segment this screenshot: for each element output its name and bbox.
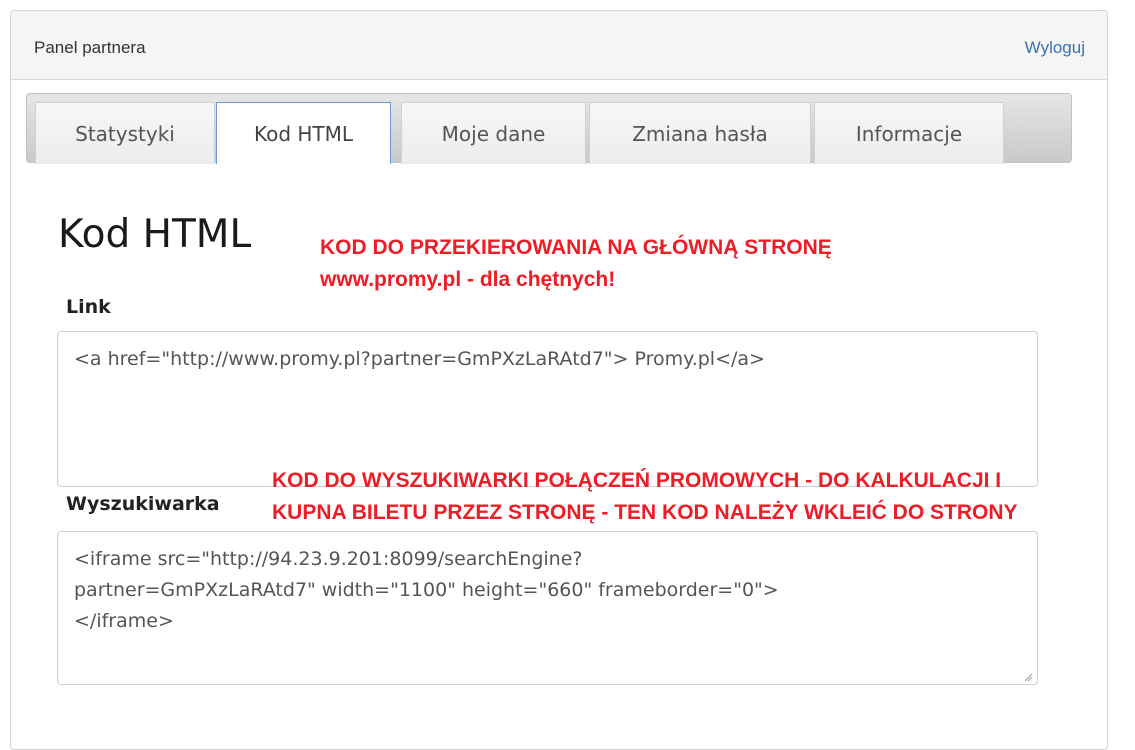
- note-search: KOD DO WYSZUKIWARKI POŁĄCZEŃ PROMOWYCH -…: [272, 465, 1018, 529]
- tab-informacje[interactable]: Informacje: [814, 102, 1004, 164]
- note-search-line1: KOD DO WYSZUKIWARKI POŁĄCZEŃ PROMOWYCH -…: [272, 469, 1002, 492]
- tab-zmiana-hasla[interactable]: Zmiana hasła: [589, 102, 811, 164]
- panel-header: Panel partnera Wyloguj: [11, 11, 1107, 80]
- page-title: Kod HTML: [58, 212, 252, 257]
- link-code-textarea[interactable]: <a href="http://www.promy.pl?partner=GmP…: [57, 331, 1038, 487]
- link-label: Link: [66, 296, 111, 318]
- tab-bar: Statystyki Kod HTML Moje dane Zmiana has…: [26, 93, 1072, 164]
- tab-kod-html[interactable]: Kod HTML: [216, 102, 391, 164]
- resize-grip-icon[interactable]: [1023, 672, 1033, 682]
- tab-statystyki[interactable]: Statystyki: [35, 102, 215, 164]
- note-redirect-line2: www.promy.pl - dla chętnych!: [320, 268, 616, 291]
- panel-title: Panel partnera: [34, 38, 146, 57]
- search-code-textarea[interactable]: <iframe src="http://94.23.9.201:8099/sea…: [57, 531, 1038, 685]
- note-search-line2: KUPNA BILETU PRZEZ STRONĘ - TEN KOD NALE…: [272, 501, 1018, 524]
- note-redirect: KOD DO PRZEKIEROWANIA NA GŁÓWNĄ STRONĘ w…: [320, 232, 832, 296]
- note-redirect-line1: KOD DO PRZEKIEROWANIA NA GŁÓWNĄ STRONĘ: [320, 236, 832, 259]
- search-label: Wyszukiwarka: [66, 493, 220, 515]
- tab-moje-dane[interactable]: Moje dane: [401, 102, 586, 164]
- logout-link[interactable]: Wyloguj: [1025, 38, 1085, 58]
